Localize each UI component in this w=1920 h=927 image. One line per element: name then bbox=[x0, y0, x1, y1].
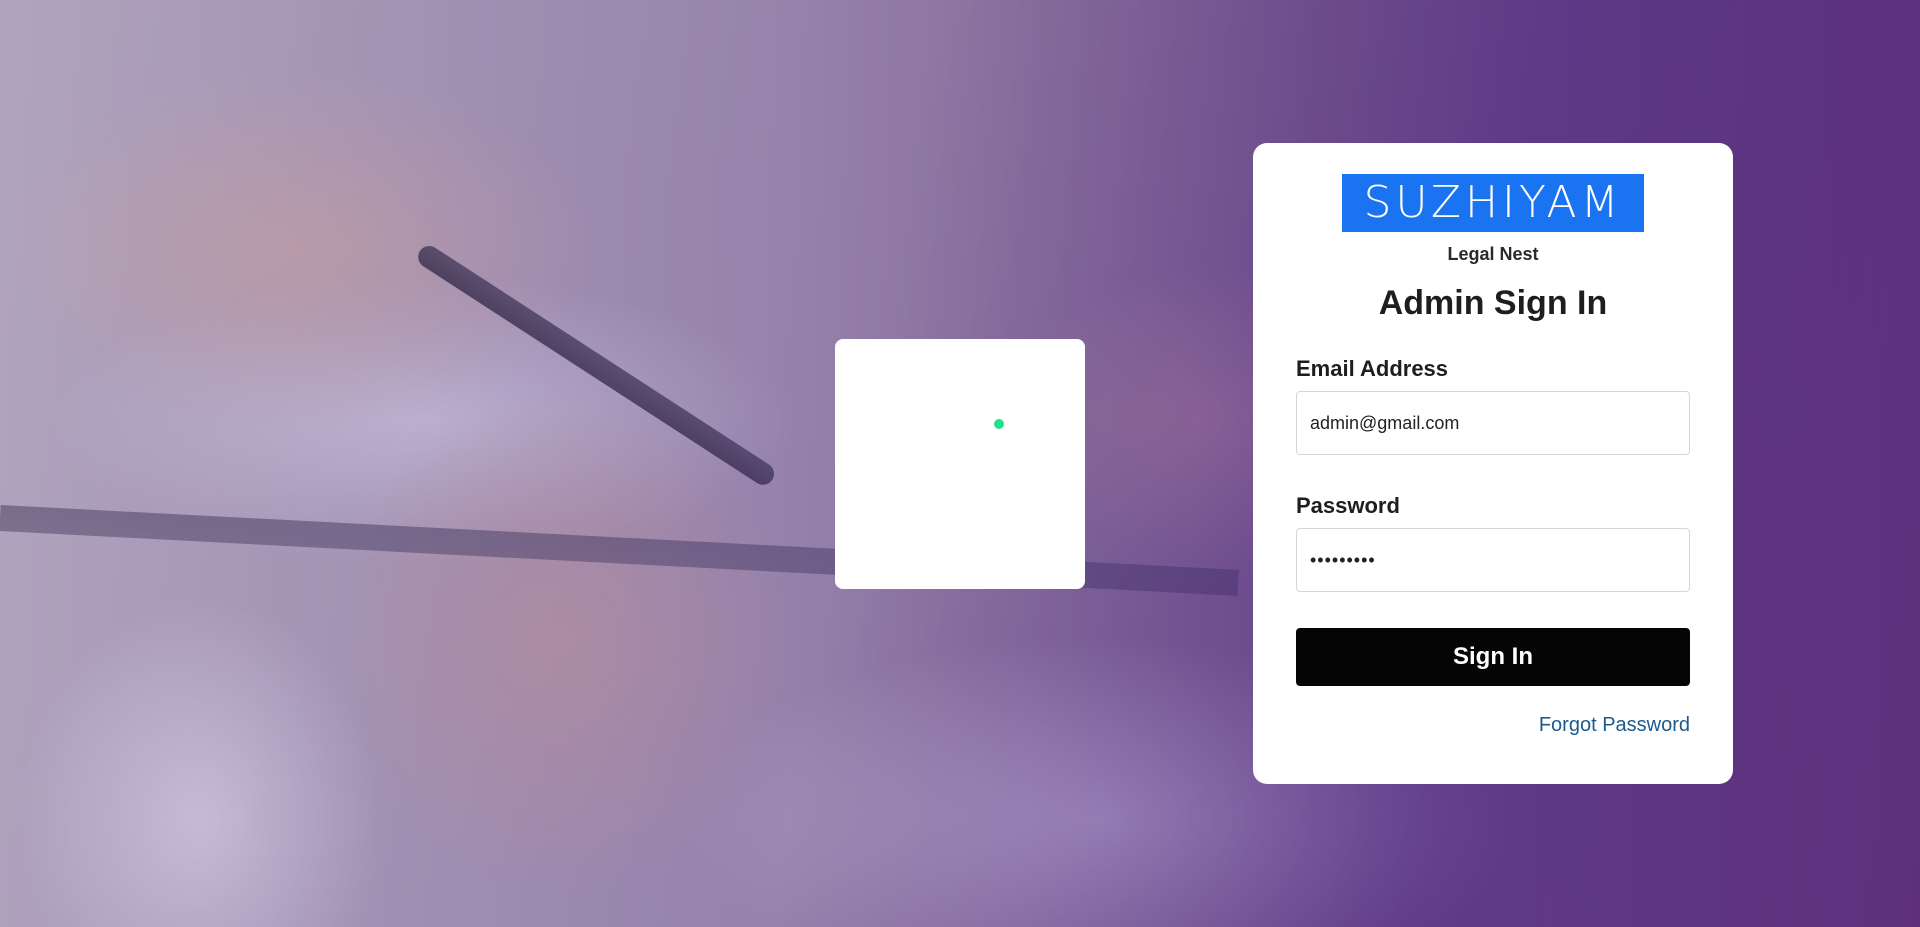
email-field[interactable] bbox=[1296, 391, 1690, 455]
logo-text: SUZHIYAM bbox=[1363, 177, 1623, 228]
login-card: SUZHIYAM Legal Nest Admin Sign In Email … bbox=[1253, 143, 1733, 784]
email-label: Email Address bbox=[1296, 356, 1449, 381]
forgot-password-link[interactable]: Forgot Password bbox=[1539, 714, 1690, 737]
brand-logo: SUZHIYAM bbox=[1342, 174, 1644, 232]
brand-subtitle: Legal Nest bbox=[1447, 244, 1539, 264]
loading-dot-icon bbox=[994, 419, 1004, 429]
sign-in-button[interactable]: Sign In bbox=[1296, 628, 1690, 686]
loading-spinner-card bbox=[835, 339, 1085, 589]
password-field[interactable] bbox=[1296, 528, 1690, 592]
page-title: Admin Sign In bbox=[1378, 284, 1608, 322]
password-label: Password bbox=[1296, 493, 1400, 518]
